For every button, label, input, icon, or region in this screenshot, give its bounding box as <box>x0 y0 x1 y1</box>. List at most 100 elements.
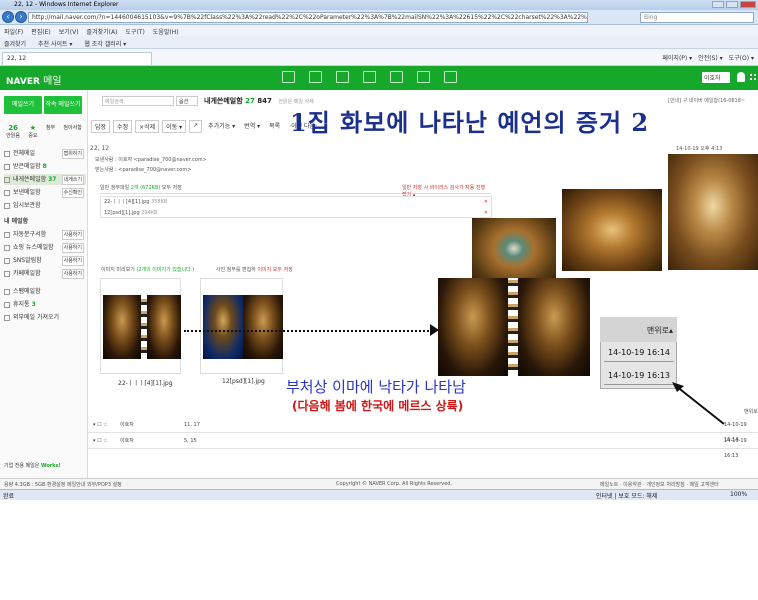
mailbox-cafe[interactable]: 카페메일함 사용하기 <box>4 268 86 279</box>
bell-icon[interactable] <box>737 72 745 82</box>
stat-unread[interactable]: 26 안읽음 <box>6 124 20 139</box>
menu-help[interactable]: 도움말(H) <box>153 27 179 36</box>
close-button[interactable] <box>740 1 756 8</box>
mailbox-side-button[interactable]: 사용하기 <box>61 256 84 266</box>
move-button[interactable]: 이동 ▾ <box>162 120 187 133</box>
mailbox-inbox[interactable]: 받은메일함 8 <box>4 161 86 172</box>
mailbox-auto[interactable]: 자동분구서함 사용하기 <box>4 229 86 240</box>
mailbox-shopping[interactable]: 쇼핑 뉴스메일함 사용하기 <box>4 242 86 253</box>
back-icon[interactable]: ‹ <box>2 11 14 23</box>
mailbox-sent[interactable]: 보낸메일함 수신확인 <box>4 187 86 198</box>
reply-button[interactable]: 답장 <box>91 120 111 133</box>
page-menu[interactable]: 페이지(P) ▾ <box>662 53 692 62</box>
checkbox-icon <box>4 257 10 264</box>
save-all-link[interactable]: 모두 저장 <box>162 185 182 191</box>
delete-button[interactable]: ×삭제 <box>135 120 160 133</box>
stat-important[interactable]: ★ 중요 <box>28 124 37 139</box>
favorites-button[interactable]: 즐겨찾기 <box>4 41 26 48</box>
list-item[interactable]: ▾ ☐ ☆ 이호자 11, 17 14-10-19 16:14 <box>88 418 758 443</box>
calendar-icon[interactable] <box>336 71 349 83</box>
mailbox-trash[interactable]: 휴지통 3 <box>4 299 86 310</box>
mailbox-side-button[interactable]: 사용하기 <box>61 269 84 279</box>
bing-search-input[interactable]: Bing <box>640 12 754 23</box>
search-option-button[interactable]: 옵션 <box>176 96 198 106</box>
zoom-level[interactable]: 100% <box>730 491 747 498</box>
address-book-icon[interactable] <box>363 71 376 83</box>
row-expand-icon[interactable]: ▾ ☐ ☆ <box>93 434 108 449</box>
write-self-button[interactable]: 작속 메일쓰기 <box>44 96 82 114</box>
command-bar: 페이지(P) ▾ 안전(S) ▾ 도구(O) ▾ <box>662 53 754 62</box>
top-link[interactable]: 맨위로 <box>744 408 758 415</box>
attachment-count: 2개 (672KB) <box>130 185 161 191</box>
user-menu[interactable]: 이호자 <box>702 72 730 83</box>
attachment-item[interactable]: 22-ㅣㅣㅣ[4][1].jpg 358KB ✕ <box>101 197 491 208</box>
fav-suggested-sites[interactable]: 추천 사이트 ▾ <box>38 41 72 48</box>
row-expand-icon[interactable]: ▾ ☐ ☆ <box>93 418 108 433</box>
receiver-address[interactable]: <paradise_700@naver.com> <box>118 167 191 173</box>
arrow-line <box>184 330 432 332</box>
mailbox-side-button[interactable]: 사용하기 <box>61 230 84 240</box>
footer-links[interactable]: 메일노트 · 이용약관 · 개인정보 처리방침 · 메일 고객센터 <box>600 481 719 488</box>
maximize-button[interactable] <box>726 1 738 8</box>
notice-link[interactable]: [안내] 구 네이버 메일함(16-0818~ <box>668 97 745 104</box>
attachment-item[interactable]: 12[psd][1].jpg 294KB ✕ <box>101 208 491 219</box>
thumbnail-caption[interactable]: 12[psd][1].jpg <box>222 378 265 385</box>
list-item[interactable]: ▾ ☐ ☆ 이호자 5, 15 14-10-19 16:13 <box>88 434 758 459</box>
menu-tools[interactable]: 도구(T) <box>125 27 144 36</box>
mailbox-self[interactable]: 내게쓴메일함 37 내게쓰기 <box>4 174 86 185</box>
mail-app-icon[interactable] <box>282 71 295 83</box>
cloud-icon[interactable] <box>417 71 430 83</box>
more-functions-menu[interactable]: 추가기능 ▾ <box>205 120 238 133</box>
menu-edit[interactable]: 편집(E) <box>31 27 51 36</box>
mailbox-side-button[interactable]: 내게쓰기 <box>61 175 84 185</box>
zone-indicator[interactable]: 인터넷 | 보호 모드: 해제 <box>596 491 657 500</box>
mailbox-side-button[interactable]: 수신확인 <box>61 188 84 198</box>
minimize-button[interactable] <box>712 1 724 8</box>
thumbnail-caption[interactable]: 22-ㅣㅣㅣ[4][1].jpg <box>118 378 173 387</box>
write-mail-button[interactable]: 메일쓰기 <box>4 96 42 114</box>
overlay-caption: 부처상 이마에 낙타가 나타남 <box>286 378 466 396</box>
tab-row: 22, 12 페이지(P) ▾ 안전(S) ▾ 도구(O) ▾ <box>0 49 758 66</box>
translate-menu[interactable]: 번역 ▾ <box>241 120 263 133</box>
thumbnail-1[interactable] <box>100 278 181 374</box>
mail-stats: 26 안읽음 ★ 중요 첨부 첨아서함 <box>2 124 86 139</box>
menu-file[interactable]: 파일(F) <box>4 27 23 36</box>
url-input[interactable]: http://mail.naver.com/?n=1446004615103&v… <box>28 12 588 23</box>
mailbox-drafts[interactable]: 임시보관함 <box>4 200 86 211</box>
edit-button[interactable]: 수정 <box>113 120 133 133</box>
sender-address[interactable]: 이호자 <paradise_700@naver.com> <box>118 157 207 163</box>
forward-icon[interactable]: › <box>15 11 27 23</box>
mail-search-input[interactable]: 메일검색 <box>102 96 174 106</box>
my-mailbox-section[interactable]: 내 메일함 <box>4 216 28 225</box>
timestamp-header[interactable]: 맨위로▴ <box>600 317 677 342</box>
mailbox-all[interactable]: 전체메일 캡위하기 <box>4 148 86 159</box>
mailbox-external[interactable]: 외부메일 가져오기 <box>4 312 86 323</box>
tools-menu[interactable]: 도구(O) ▾ <box>729 53 754 62</box>
save-images-link[interactable]: 이미지 모두 저장 <box>257 267 292 273</box>
timestamp-row: 14-10-19 16:14 <box>604 344 674 362</box>
fav-web-slices[interactable]: 웹 조각 갤러리 ▾ <box>84 41 126 48</box>
storage-info[interactable]: 용량 4.3GB : 5GB 환경설정 메일안내 외부/POP3 설정 <box>4 482 122 488</box>
safety-menu[interactable]: 안전(S) ▾ <box>698 53 722 62</box>
edit-photo-link[interactable]: 사진 첨부를 편집하 <box>216 267 256 273</box>
share-icon[interactable]: ↗ <box>189 120 203 133</box>
mailbox-side-button[interactable]: 사용하기 <box>61 243 84 253</box>
works-promo[interactable]: 기업 전용 메일은 Works! <box>4 462 61 469</box>
memo-icon[interactable] <box>390 71 403 83</box>
timestamp-row: 14-10-19 16:13 <box>604 367 674 385</box>
browser-tab[interactable]: 22, 12 <box>2 52 152 65</box>
stat-follow[interactable]: 첨아서함 <box>63 124 81 139</box>
envelope-icon[interactable] <box>309 71 322 83</box>
menu-favorites[interactable]: 즐겨찾기(A) <box>87 27 118 36</box>
more-apps-icon[interactable] <box>444 71 457 83</box>
menu-view[interactable]: 보기(V) <box>59 27 79 36</box>
naver-logo[interactable]: NAVER 메일 <box>6 72 61 87</box>
buddha-image <box>147 295 181 359</box>
stat-attach[interactable]: 첨부 <box>46 124 55 139</box>
thumbnail-2[interactable] <box>200 278 283 374</box>
grid-icon[interactable] <box>750 74 756 80</box>
mailbox-spam[interactable]: 스팸메일함 <box>4 286 86 297</box>
list-link[interactable]: 목록 <box>266 120 283 133</box>
mailbox-sns[interactable]: SNS알림함 사용하기 <box>4 255 86 266</box>
mailbox-side-button[interactable]: 캡위하기 <box>61 149 84 159</box>
